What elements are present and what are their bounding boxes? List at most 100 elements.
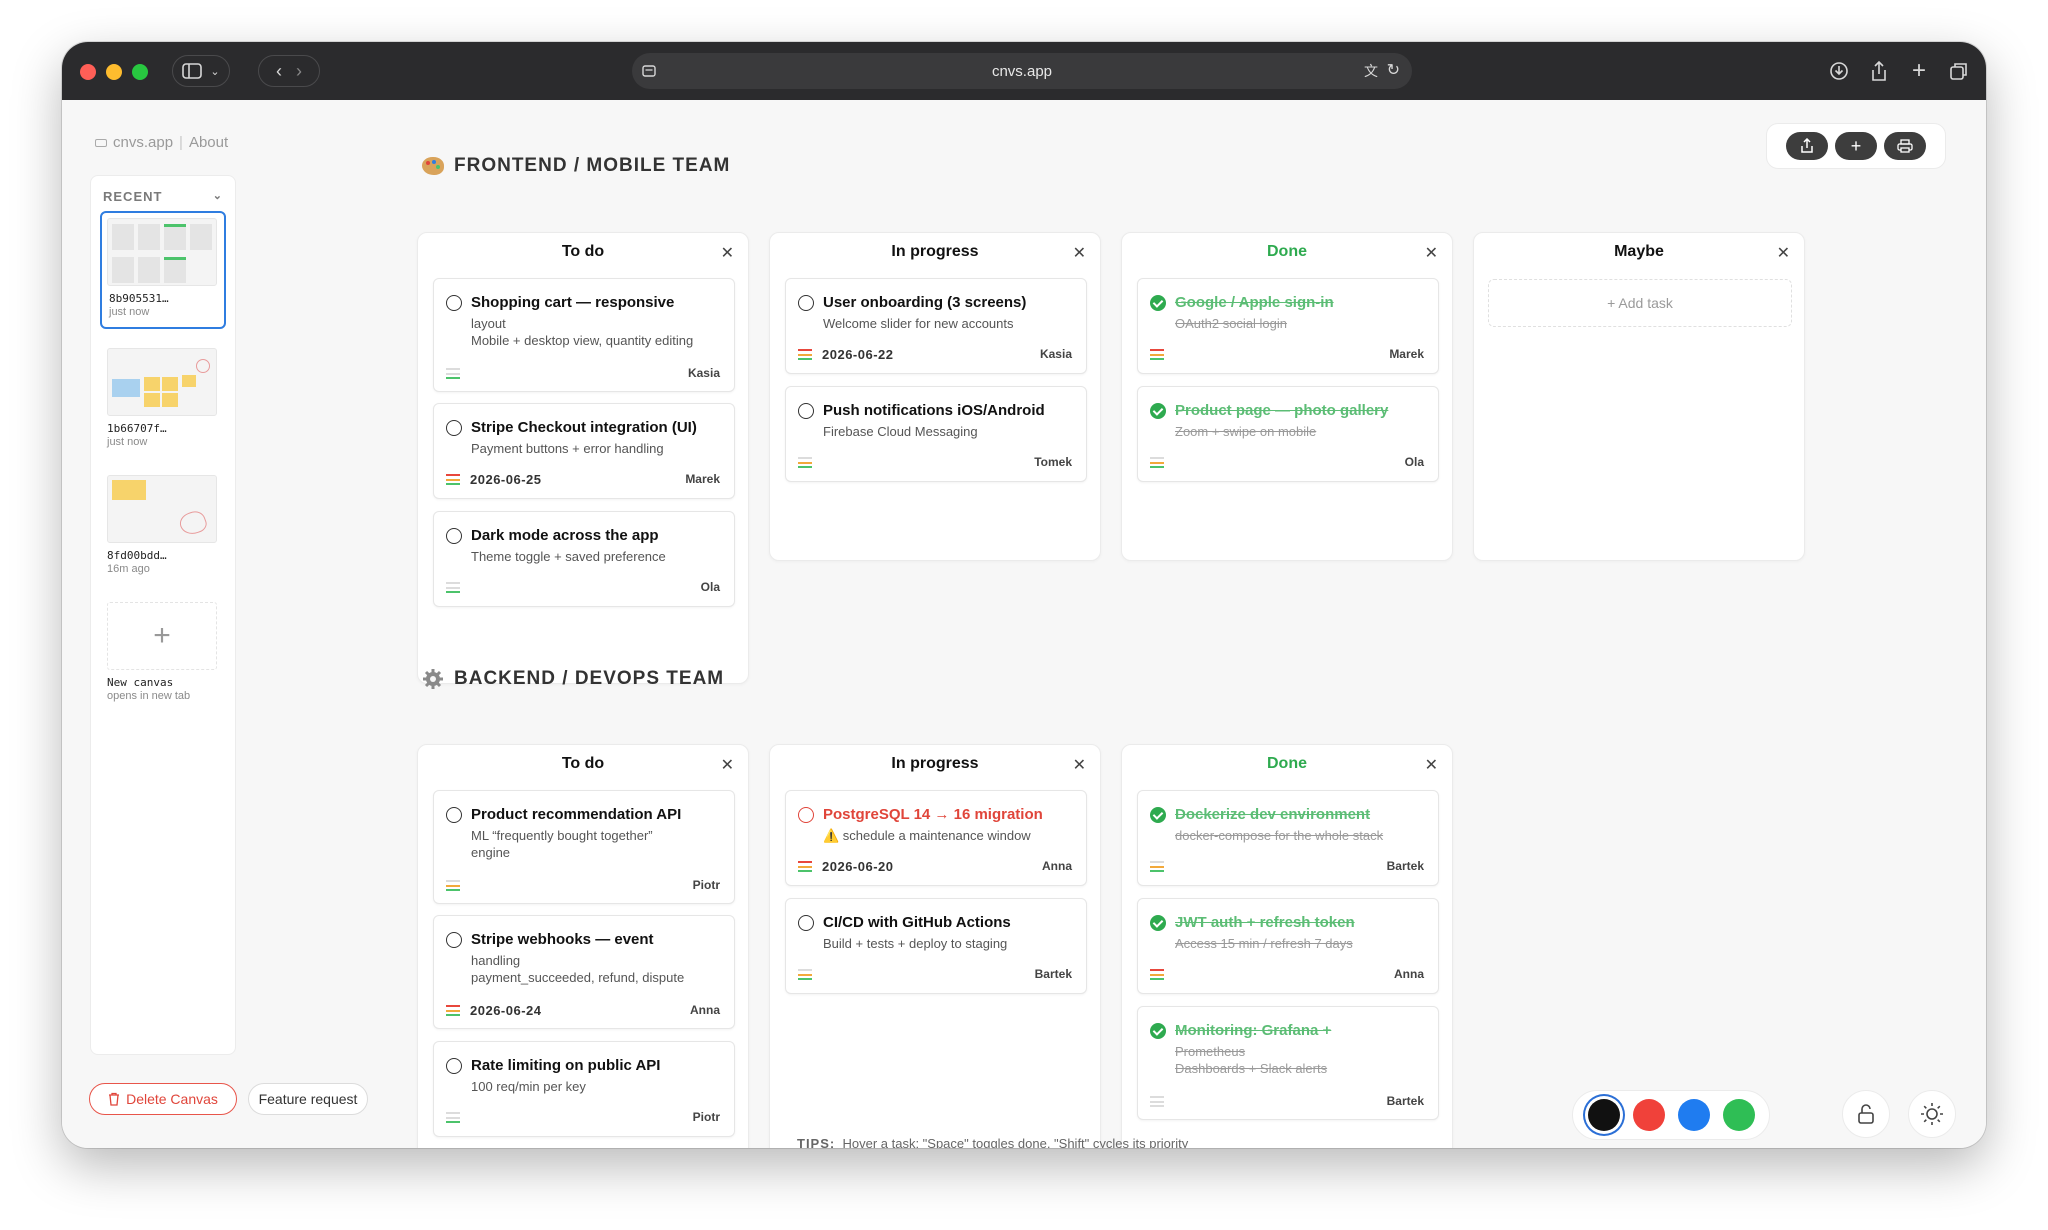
- delete-canvas-button[interactable]: Delete Canvas: [89, 1083, 237, 1115]
- translate-icon[interactable]: 文: [1364, 61, 1378, 81]
- task-checkbox[interactable]: [446, 420, 462, 436]
- priority-high-icon[interactable]: [1150, 349, 1164, 360]
- close-icon[interactable]: ✕: [1777, 243, 1790, 263]
- priority-low-icon[interactable]: [1150, 1096, 1164, 1107]
- task-card[interactable]: Google / Apple sign-in OAuth2 social log…: [1137, 278, 1439, 374]
- close-icon[interactable]: ✕: [721, 243, 734, 263]
- priority-high-icon[interactable]: [798, 861, 812, 872]
- task-description: Build + tests + deploy to staging: [823, 936, 1008, 951]
- export-button[interactable]: [1786, 132, 1829, 160]
- priority-medium-icon[interactable]: [798, 969, 812, 980]
- priority-medium-icon[interactable]: [1150, 457, 1164, 468]
- tab-overview-icon[interactable]: [1948, 60, 1970, 82]
- recent-header[interactable]: RECENT ⌄: [103, 189, 223, 204]
- task-card[interactable]: CI/CD with GitHub Actions Build + tests …: [785, 898, 1087, 994]
- task-checkbox[interactable]: [798, 915, 814, 931]
- section-title-backend: BACKEND / DEVOPS TEAM: [422, 668, 724, 690]
- share-icon[interactable]: [1868, 60, 1890, 82]
- column-title: In progress: [891, 755, 979, 772]
- task-description: payment_succeeded, refund, dispute: [471, 970, 685, 985]
- priority-medium-icon[interactable]: [1150, 861, 1164, 872]
- task-checkbox-checked[interactable]: [1150, 1023, 1166, 1039]
- task-checkbox[interactable]: [798, 807, 814, 823]
- priority-low-icon[interactable]: [446, 582, 460, 593]
- task-checkbox-checked[interactable]: [1150, 807, 1166, 823]
- minimize-window-button[interactable]: [106, 64, 122, 80]
- close-icon[interactable]: ✕: [1073, 755, 1086, 775]
- new-canvas-item[interactable]: + New canvas opens in new tab: [100, 595, 226, 705]
- color-swatch-blue[interactable]: [1677, 1099, 1710, 1131]
- close-window-button[interactable]: [80, 64, 96, 80]
- column-frontend-todo: To do ✕ Shopping cart — responsive layou…: [417, 232, 749, 684]
- download-icon[interactable]: [1828, 60, 1850, 82]
- new-canvas-sub: opens in new tab: [107, 690, 191, 702]
- task-card[interactable]: User onboarding (3 screens) Welcome slid…: [785, 278, 1087, 374]
- priority-high-icon[interactable]: [446, 1005, 460, 1016]
- canvas-thumbnail: [107, 475, 217, 543]
- priority-high-icon[interactable]: [1150, 969, 1164, 980]
- recent-canvas-item[interactable]: 1b66707f… just now: [100, 341, 226, 456]
- task-card[interactable]: Rate limiting on public API 100 req/min …: [433, 1041, 735, 1137]
- close-icon[interactable]: ✕: [1073, 243, 1086, 263]
- priority-medium-icon[interactable]: [446, 880, 460, 891]
- close-icon[interactable]: ✕: [721, 755, 734, 775]
- add-task-button[interactable]: + Add task: [1488, 279, 1792, 327]
- priority-low-icon[interactable]: [446, 368, 460, 379]
- task-card[interactable]: Monitoring: Grafana + Prometheus Dashboa…: [1137, 1006, 1439, 1120]
- recent-canvas-item[interactable]: 8b905531… just now: [100, 211, 226, 329]
- task-checkbox[interactable]: [446, 932, 462, 948]
- color-swatch-black[interactable]: [1587, 1099, 1620, 1131]
- task-checkbox-checked[interactable]: [1150, 295, 1166, 311]
- task-card[interactable]: Product recommendation API ML “frequentl…: [433, 790, 735, 904]
- task-checkbox[interactable]: [446, 1058, 462, 1074]
- close-icon[interactable]: ✕: [1425, 755, 1438, 775]
- color-swatch-green[interactable]: [1722, 1099, 1755, 1131]
- task-card[interactable]: Product page — photo gallery Zoom + swip…: [1137, 386, 1439, 482]
- task-owner: Tomek: [1034, 455, 1072, 469]
- task-due-date: 2026-06-22: [822, 347, 894, 362]
- task-card[interactable]: Shopping cart — responsive layout Mobile…: [433, 278, 735, 392]
- task-checkbox[interactable]: [798, 295, 814, 311]
- priority-medium-icon[interactable]: [798, 457, 812, 468]
- forward-icon[interactable]: ›: [296, 61, 302, 82]
- task-card[interactable]: JWT auth + refresh token Access 15 min /…: [1137, 898, 1439, 994]
- sidebar-toggle-button[interactable]: ⌄: [172, 55, 230, 87]
- task-checkbox-checked[interactable]: [1150, 915, 1166, 931]
- theme-toggle-button[interactable]: [1908, 1090, 1956, 1138]
- task-checkbox[interactable]: [798, 403, 814, 419]
- delete-canvas-label: Delete Canvas: [126, 1091, 218, 1107]
- task-card[interactable]: Dockerize dev environment docker-compose…: [1137, 790, 1439, 886]
- back-icon[interactable]: ‹: [276, 61, 282, 82]
- task-description: 100 req/min per key: [471, 1079, 586, 1094]
- browser-window: ⌄ ‹ › cnvs.app 文 ↻ + cnvs.app | About RE…: [62, 42, 1986, 1148]
- task-checkbox[interactable]: [446, 295, 462, 311]
- reload-icon[interactable]: ↻: [1387, 60, 1400, 80]
- task-card[interactable]: Dark mode across the app Theme toggle + …: [433, 511, 735, 607]
- feature-request-button[interactable]: Feature request: [248, 1083, 368, 1115]
- task-checkbox[interactable]: [446, 807, 462, 823]
- print-button[interactable]: [1883, 132, 1926, 160]
- color-swatch-red[interactable]: [1632, 1099, 1665, 1131]
- task-card[interactable]: Push notifications iOS/Android Firebase …: [785, 386, 1087, 482]
- priority-low-icon[interactable]: [446, 1112, 460, 1123]
- task-card[interactable]: Stripe webhooks — event handling payment…: [433, 915, 735, 1029]
- close-icon[interactable]: ✕: [1425, 243, 1438, 263]
- task-checkbox-checked[interactable]: [1150, 403, 1166, 419]
- task-card[interactable]: PostgreSQL 14 → 16 migration ⚠️ schedule…: [785, 790, 1087, 886]
- lock-toggle-button[interactable]: [1842, 1090, 1890, 1138]
- canvas-time: just now: [107, 436, 148, 448]
- upload-icon: [1801, 138, 1814, 153]
- task-card[interactable]: Stripe Checkout integration (UI) Payment…: [433, 403, 735, 499]
- zoom-window-button[interactable]: [132, 64, 148, 80]
- about-link[interactable]: About: [189, 134, 228, 151]
- address-bar[interactable]: cnvs.app 文 ↻: [632, 53, 1412, 89]
- priority-high-icon[interactable]: [798, 349, 812, 360]
- add-button[interactable]: +: [1834, 132, 1877, 160]
- page-menu-icon[interactable]: [642, 64, 656, 78]
- priority-high-icon[interactable]: [446, 474, 460, 485]
- recent-canvas-item[interactable]: 8fd00bdd… 16m ago: [100, 468, 226, 583]
- task-description: Mobile + desktop view, quantity editing: [471, 333, 694, 348]
- task-checkbox[interactable]: [446, 528, 462, 544]
- new-tab-icon[interactable]: +: [1908, 57, 1930, 84]
- site-link[interactable]: cnvs.app: [113, 134, 173, 151]
